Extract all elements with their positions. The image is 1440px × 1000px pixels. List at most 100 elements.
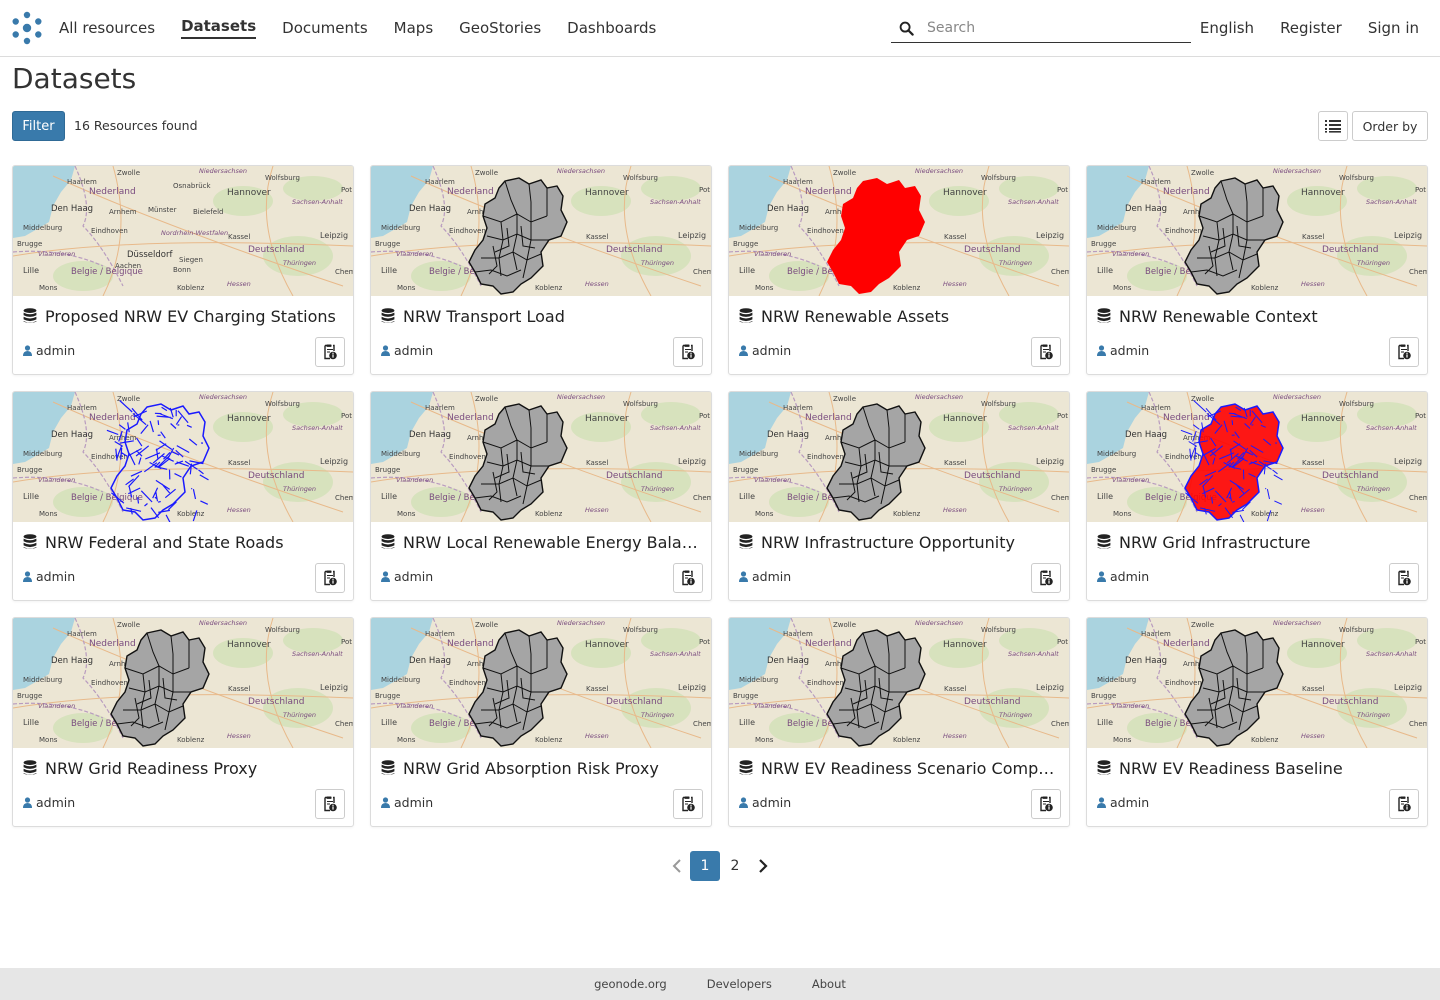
resource-info-button[interactable] xyxy=(315,789,345,819)
resource-info-button[interactable] xyxy=(673,789,703,819)
map-label: Brugge xyxy=(375,466,400,474)
card-owner[interactable]: admin xyxy=(23,343,75,358)
dataset-card[interactable]: Zwolle Haarlem Nederland Hannover Wolfsburg D… xyxy=(728,617,1070,827)
nav-maps[interactable]: Maps xyxy=(381,0,446,56)
map-label: Middelburg xyxy=(739,676,778,684)
card-title[interactable]: NRW Grid Readiness Proxy xyxy=(23,757,345,779)
filter-button[interactable]: Filter xyxy=(12,111,65,141)
map-label: Lille xyxy=(381,718,397,727)
map-label: Wolfsburg xyxy=(981,174,1016,182)
dataset-thumbnail[interactable]: ZwolleHaarlemNederland HannoverWolfsburgD… xyxy=(1087,392,1427,522)
map-label: Leipzig xyxy=(320,457,348,466)
footer-link-about[interactable]: About xyxy=(812,977,846,991)
map-label: Niedersachsen xyxy=(1273,619,1321,627)
dataset-thumbnail[interactable]: ZwolleHaarlemNederland HannoverWolfsburgD… xyxy=(13,618,353,748)
card-title[interactable]: Proposed NRW EV Charging Stations xyxy=(23,305,345,327)
card-title[interactable]: NRW Grid Infrastructure xyxy=(1097,531,1419,553)
resource-info-button[interactable] xyxy=(315,337,345,367)
previous-page-button[interactable] xyxy=(664,851,690,881)
map-label: Koblenz xyxy=(535,510,563,518)
owner-name: admin xyxy=(752,569,792,584)
geonode-logo-icon[interactable] xyxy=(10,11,44,45)
dataset-card[interactable]: Zwolle Haarlem Nederland Hannover Wolfsburg D… xyxy=(1086,165,1428,375)
resource-info-button[interactable] xyxy=(1031,789,1061,819)
resource-info-button[interactable] xyxy=(1389,789,1419,819)
resource-info-button[interactable] xyxy=(1031,563,1061,593)
card-title[interactable]: NRW EV Readiness Scenario Comparison xyxy=(739,757,1061,779)
page-2-button[interactable]: 2 xyxy=(720,851,750,881)
resource-info-button[interactable] xyxy=(1389,563,1419,593)
nav-dashboards[interactable]: Dashboards xyxy=(554,0,669,56)
list-view-button[interactable] xyxy=(1318,111,1348,141)
card-title[interactable]: NRW Local Renewable Energy Balance xyxy=(381,531,703,553)
card-owner[interactable]: admin xyxy=(23,795,75,810)
footer-link-geonode[interactable]: geonode.org xyxy=(594,977,667,991)
dataset-thumbnail[interactable]: ZwolleHaarlemNederland HannoverWolfsburgD… xyxy=(371,618,711,748)
map-label: Mons xyxy=(1113,284,1132,292)
dataset-card[interactable]: Zwolle Haarlem Nederland Hannover Wolfsburg D… xyxy=(370,391,712,601)
dataset-thumbnail[interactable]: ZwolleHaarlemNederland HannoverWolfsburgD… xyxy=(1087,166,1427,296)
card-title[interactable]: NRW Transport Load xyxy=(381,305,703,327)
card-owner[interactable]: admin xyxy=(739,569,791,584)
card-owner[interactable]: admin xyxy=(23,569,75,584)
dataset-thumbnail[interactable]: ZwolleHaarlemNederland HannoverWolfsburgD… xyxy=(371,166,711,296)
card-owner[interactable]: admin xyxy=(1097,569,1149,584)
dataset-card[interactable]: Zwolle Haarlem Nederland Hannover Wolfsburg D… xyxy=(370,165,712,375)
next-page-button[interactable] xyxy=(750,851,776,881)
map-label: Chem xyxy=(1051,494,1069,502)
card-owner[interactable]: admin xyxy=(1097,795,1149,810)
dataset-card[interactable]: Zwolle Haarlem Nederland Hannover Wolfsburg D… xyxy=(1086,617,1428,827)
dataset-thumbnail[interactable]: ZwolleHaarlemNederland HannoverWolfsburgD… xyxy=(13,392,353,522)
dataset-thumbnail[interactable]: ZwolleHaarlemNederland HannoverWolfsburgD… xyxy=(729,618,1069,748)
resource-info-button[interactable] xyxy=(673,337,703,367)
dataset-card[interactable]: Zwolle Haarlem Nederland Hannover Wolfsburg D… xyxy=(12,617,354,827)
nav-all-resources[interactable]: All resources xyxy=(46,0,168,56)
card-title[interactable]: NRW EV Readiness Baseline xyxy=(1097,757,1419,779)
map-label: Mons xyxy=(397,510,416,518)
card-owner[interactable]: admin xyxy=(381,795,433,810)
nav-documents[interactable]: Documents xyxy=(269,0,381,56)
order-by-button[interactable]: Order by xyxy=(1352,111,1428,141)
footer-link-developers[interactable]: Developers xyxy=(707,977,772,991)
map-label: Eindhoven xyxy=(91,227,128,235)
map-label: Leipzig xyxy=(678,457,706,466)
card-owner[interactable]: admin xyxy=(381,569,433,584)
dataset-card[interactable]: Zwolle Haarlem Nederland Hannover Wolfsburg D… xyxy=(728,165,1070,375)
dataset-card[interactable]: Zwolle Haarlem Nederland Hannover Wolfsburg D… xyxy=(728,391,1070,601)
dataset-card[interactable]: Zwolle Haarlem Nederland Hannover Wolfsburg D… xyxy=(12,165,354,375)
card-title[interactable]: NRW Renewable Context xyxy=(1097,305,1419,327)
search-input[interactable] xyxy=(921,15,1181,41)
card-owner[interactable]: admin xyxy=(739,795,791,810)
dataset-thumbnail[interactable]: ZwolleHaarlemNederland HannoverWolfsburgD… xyxy=(13,166,353,296)
page-1-button[interactable]: 1 xyxy=(690,851,720,881)
resource-info-button[interactable] xyxy=(673,563,703,593)
card-title[interactable]: NRW Infrastructure Opportunity xyxy=(739,531,1061,553)
user-icon xyxy=(739,797,748,808)
card-title[interactable]: NRW Federal and State Roads xyxy=(23,531,345,553)
map-label: Den Haag xyxy=(51,204,93,214)
language-selector[interactable]: English xyxy=(1187,0,1267,56)
dataset-thumbnail[interactable]: ZwolleHaarlemNederland HannoverWolfsburgD… xyxy=(729,392,1069,522)
search-icon[interactable] xyxy=(891,14,921,42)
card-owner[interactable]: admin xyxy=(381,343,433,358)
map-label: Hannover xyxy=(943,188,987,198)
card-title[interactable]: NRW Grid Absorption Risk Proxy xyxy=(381,757,703,779)
register-link[interactable]: Register xyxy=(1267,0,1355,56)
dataset-thumbnail[interactable]: ZwolleHaarlemNederland HannoverWolfsburgD… xyxy=(1087,618,1427,748)
dataset-card[interactable]: Zwolle Haarlem Nederland Hannover Wolfsburg D… xyxy=(12,391,354,601)
card-title[interactable]: NRW Renewable Assets xyxy=(739,305,1061,327)
dataset-card[interactable]: Zwolle Haarlem Nederland Hannover Wolfsburg D… xyxy=(1086,391,1428,601)
resource-info-button[interactable] xyxy=(315,563,345,593)
dataset-thumbnail[interactable]: ZwolleHaarlemNederland HannoverWolfsburgD… xyxy=(729,166,1069,296)
dataset-thumbnail[interactable]: ZwolleHaarlemNederland HannoverWolfsburgD… xyxy=(371,392,711,522)
card-owner[interactable]: admin xyxy=(1097,343,1149,358)
sign-in-link[interactable]: Sign in xyxy=(1355,0,1432,56)
dataset-card[interactable]: Zwolle Haarlem Nederland Hannover Wolfsburg D… xyxy=(370,617,712,827)
resource-info-button[interactable] xyxy=(1389,337,1419,367)
database-icon xyxy=(1097,534,1111,549)
card-owner[interactable]: admin xyxy=(739,343,791,358)
nav-geostories[interactable]: GeoStories xyxy=(446,0,554,56)
nav-datasets[interactable]: Datasets xyxy=(168,0,269,56)
resource-info-button[interactable] xyxy=(1031,337,1061,367)
map-label: Niedersachsen xyxy=(557,619,605,627)
